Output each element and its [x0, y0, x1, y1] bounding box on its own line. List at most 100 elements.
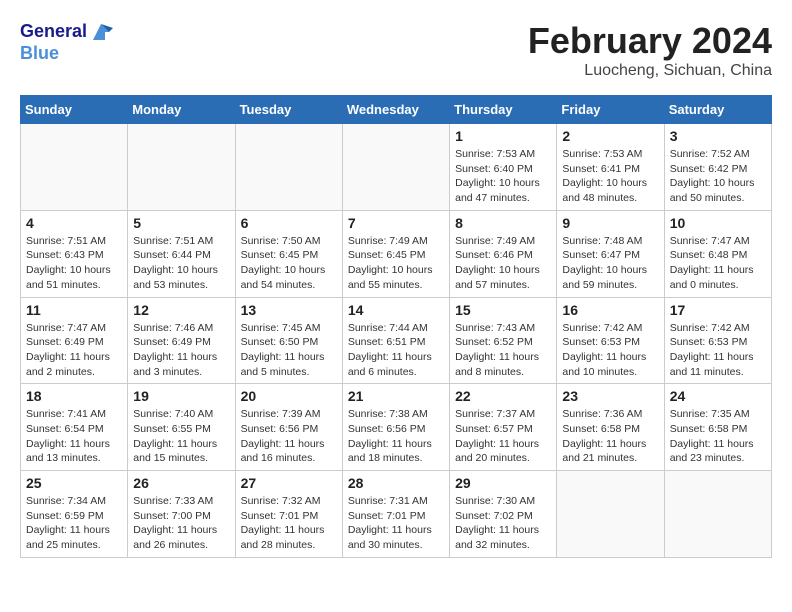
day-number: 14	[348, 302, 444, 318]
day-info: Sunrise: 7:53 AMSunset: 6:41 PMDaylight:…	[562, 147, 658, 206]
weekday-header-cell: Thursday	[450, 96, 557, 124]
day-number: 1	[455, 128, 551, 144]
day-info: Sunrise: 7:51 AMSunset: 6:43 PMDaylight:…	[26, 234, 122, 293]
weekday-header-cell: Monday	[128, 96, 235, 124]
day-info: Sunrise: 7:31 AMSunset: 7:01 PMDaylight:…	[348, 494, 444, 553]
day-info: Sunrise: 7:32 AMSunset: 7:01 PMDaylight:…	[241, 494, 337, 553]
day-number: 18	[26, 388, 122, 404]
calendar-cell: 24Sunrise: 7:35 AMSunset: 6:58 PMDayligh…	[664, 384, 771, 471]
calendar-cell: 14 Sunrise: 7:44 AMSunset: 6:51 PMDayligh…	[342, 297, 449, 384]
day-number: 26	[133, 475, 229, 491]
day-number: 9	[562, 215, 658, 231]
weekday-header-cell: Sunday	[21, 96, 128, 124]
calendar-week-row: 18 Sunrise: 7:41 AMSunset: 6:54 PMDayligh…	[21, 384, 772, 471]
calendar-cell: 8 Sunrise: 7:49 AMSunset: 6:46 PMDaylight…	[450, 210, 557, 297]
logo: General Blue	[20, 20, 113, 64]
logo-general: General	[20, 22, 87, 42]
day-number: 11	[26, 302, 122, 318]
day-info: Sunrise: 7:41 AMSunset: 6:54 PMDaylight:…	[26, 407, 122, 466]
weekday-header-cell: Wednesday	[342, 96, 449, 124]
day-number: 19	[133, 388, 229, 404]
day-number: 6	[241, 215, 337, 231]
calendar-cell	[235, 124, 342, 211]
day-number: 2	[562, 128, 658, 144]
calendar-cell: 22 Sunrise: 7:37 AMSunset: 6:57 PMDayligh…	[450, 384, 557, 471]
weekday-header-cell: Friday	[557, 96, 664, 124]
calendar-cell: 4Sunrise: 7:51 AMSunset: 6:43 PMDaylight…	[21, 210, 128, 297]
calendar-week-row: 4Sunrise: 7:51 AMSunset: 6:43 PMDaylight…	[21, 210, 772, 297]
logo-blue: Blue	[20, 43, 59, 63]
calendar-cell: 9 Sunrise: 7:48 AMSunset: 6:47 PMDaylight…	[557, 210, 664, 297]
calendar: SundayMondayTuesdayWednesdayThursdayFrid…	[20, 95, 772, 558]
calendar-cell: 7 Sunrise: 7:49 AMSunset: 6:45 PMDaylight…	[342, 210, 449, 297]
day-info: Sunrise: 7:38 AMSunset: 6:56 PMDaylight:…	[348, 407, 444, 466]
day-info: Sunrise: 7:47 AMSunset: 6:49 PMDaylight:…	[26, 321, 122, 380]
calendar-week-row: 11 Sunrise: 7:47 AMSunset: 6:49 PMDayligh…	[21, 297, 772, 384]
calendar-cell: 26Sunrise: 7:33 AMSunset: 7:00 PMDayligh…	[128, 471, 235, 558]
calendar-cell: 16 Sunrise: 7:42 AMSunset: 6:53 PMDayligh…	[557, 297, 664, 384]
calendar-cell: 2 Sunrise: 7:53 AMSunset: 6:41 PMDaylight…	[557, 124, 664, 211]
day-info: Sunrise: 7:48 AMSunset: 6:47 PMDaylight:…	[562, 234, 658, 293]
calendar-cell: 11 Sunrise: 7:47 AMSunset: 6:49 PMDayligh…	[21, 297, 128, 384]
day-number: 20	[241, 388, 337, 404]
day-number: 3	[670, 128, 766, 144]
day-info: Sunrise: 7:37 AMSunset: 6:57 PMDaylight:…	[455, 407, 551, 466]
calendar-cell: 23Sunrise: 7:36 AMSunset: 6:58 PMDayligh…	[557, 384, 664, 471]
logo-icon	[89, 20, 113, 44]
day-number: 24	[670, 388, 766, 404]
day-number: 25	[26, 475, 122, 491]
day-info: Sunrise: 7:40 AMSunset: 6:55 PMDaylight:…	[133, 407, 229, 466]
calendar-cell: 21 Sunrise: 7:38 AMSunset: 6:56 PMDayligh…	[342, 384, 449, 471]
day-info: Sunrise: 7:50 AMSunset: 6:45 PMDaylight:…	[241, 234, 337, 293]
calendar-body: 1 Sunrise: 7:53 AMSunset: 6:40 PMDaylight…	[21, 124, 772, 558]
calendar-cell	[21, 124, 128, 211]
day-number: 15	[455, 302, 551, 318]
calendar-cell: 1 Sunrise: 7:53 AMSunset: 6:40 PMDaylight…	[450, 124, 557, 211]
calendar-cell: 12Sunrise: 7:46 AMSunset: 6:49 PMDayligh…	[128, 297, 235, 384]
calendar-cell: 28 Sunrise: 7:31 AMSunset: 7:01 PMDayligh…	[342, 471, 449, 558]
day-info: Sunrise: 7:30 AMSunset: 7:02 PMDaylight:…	[455, 494, 551, 553]
weekday-header-cell: Saturday	[664, 96, 771, 124]
day-number: 16	[562, 302, 658, 318]
calendar-cell: 3Sunrise: 7:52 AMSunset: 6:42 PMDaylight…	[664, 124, 771, 211]
day-info: Sunrise: 7:42 AMSunset: 6:53 PMDaylight:…	[562, 321, 658, 380]
day-number: 8	[455, 215, 551, 231]
calendar-cell: 25 Sunrise: 7:34 AMSunset: 6:59 PMDayligh…	[21, 471, 128, 558]
calendar-cell	[342, 124, 449, 211]
day-number: 12	[133, 302, 229, 318]
weekday-header: SundayMondayTuesdayWednesdayThursdayFrid…	[21, 96, 772, 124]
day-number: 22	[455, 388, 551, 404]
calendar-cell: 27 Sunrise: 7:32 AMSunset: 7:01 PMDayligh…	[235, 471, 342, 558]
calendar-cell: 15 Sunrise: 7:43 AMSunset: 6:52 PMDayligh…	[450, 297, 557, 384]
day-number: 27	[241, 475, 337, 491]
day-number: 5	[133, 215, 229, 231]
calendar-week-row: 25 Sunrise: 7:34 AMSunset: 6:59 PMDayligh…	[21, 471, 772, 558]
calendar-cell	[664, 471, 771, 558]
day-number: 28	[348, 475, 444, 491]
day-info: Sunrise: 7:42 AMSunset: 6:53 PMDaylight:…	[670, 321, 766, 380]
calendar-cell	[557, 471, 664, 558]
day-number: 7	[348, 215, 444, 231]
title-section: February 2024 Luocheng, Sichuan, China	[528, 20, 772, 80]
day-info: Sunrise: 7:36 AMSunset: 6:58 PMDaylight:…	[562, 407, 658, 466]
day-number: 13	[241, 302, 337, 318]
day-info: Sunrise: 7:44 AMSunset: 6:51 PMDaylight:…	[348, 321, 444, 380]
calendar-cell: 20 Sunrise: 7:39 AMSunset: 6:56 PMDayligh…	[235, 384, 342, 471]
day-info: Sunrise: 7:49 AMSunset: 6:46 PMDaylight:…	[455, 234, 551, 293]
calendar-cell: 6 Sunrise: 7:50 AMSunset: 6:45 PMDaylight…	[235, 210, 342, 297]
day-info: Sunrise: 7:34 AMSunset: 6:59 PMDaylight:…	[26, 494, 122, 553]
calendar-cell: 29Sunrise: 7:30 AMSunset: 7:02 PMDayligh…	[450, 471, 557, 558]
day-info: Sunrise: 7:43 AMSunset: 6:52 PMDaylight:…	[455, 321, 551, 380]
month-title: February 2024	[528, 20, 772, 62]
day-info: Sunrise: 7:47 AMSunset: 6:48 PMDaylight:…	[670, 234, 766, 293]
calendar-cell: 5Sunrise: 7:51 AMSunset: 6:44 PMDaylight…	[128, 210, 235, 297]
day-number: 21	[348, 388, 444, 404]
calendar-cell	[128, 124, 235, 211]
day-info: Sunrise: 7:39 AMSunset: 6:56 PMDaylight:…	[241, 407, 337, 466]
day-info: Sunrise: 7:49 AMSunset: 6:45 PMDaylight:…	[348, 234, 444, 293]
calendar-cell: 17Sunrise: 7:42 AMSunset: 6:53 PMDayligh…	[664, 297, 771, 384]
location-title: Luocheng, Sichuan, China	[528, 62, 772, 80]
day-info: Sunrise: 7:53 AMSunset: 6:40 PMDaylight:…	[455, 147, 551, 206]
calendar-cell: 13Sunrise: 7:45 AMSunset: 6:50 PMDayligh…	[235, 297, 342, 384]
weekday-header-cell: Tuesday	[235, 96, 342, 124]
